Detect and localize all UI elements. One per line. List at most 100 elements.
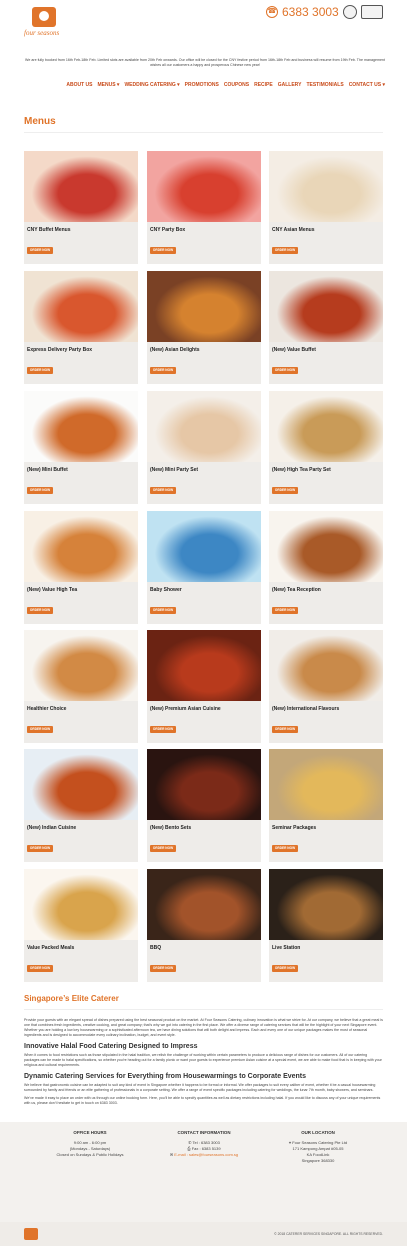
menu-title[interactable]: (New) High Tea Party Set [272,467,331,473]
nav-item[interactable]: COUPONS [224,82,249,88]
menu-title[interactable]: (New) Value High Tea [27,587,77,593]
order-now-button[interactable]: ORDER NOW [272,607,298,614]
order-now-button[interactable]: ORDER NOW [150,726,176,733]
menu-card[interactable]: (New) Mini Buffet ORDER NOW [24,391,138,504]
menu-card[interactable]: Healthier Choice ORDER NOW [24,630,138,743]
menu-card[interactable]: (New) Indian Cuisine ORDER NOW [24,749,138,862]
order-now-button[interactable]: ORDER NOW [272,726,298,733]
tel-text[interactable]: Tel : 6383 3003 [193,1140,220,1145]
order-now-button[interactable]: ORDER NOW [150,247,176,254]
order-now-button[interactable]: ORDER NOW [150,845,176,852]
menu-title[interactable]: (New) Tea Reception [272,587,321,593]
menu-image[interactable] [24,391,138,462]
menu-title[interactable]: CNY Party Box [150,227,185,233]
menu-title[interactable]: (New) Bento Sets [150,825,191,831]
menu-title[interactable]: Healthier Choice [27,706,66,712]
nav-item[interactable]: PROMOTIONS [185,82,219,88]
footer-logo-icon[interactable] [24,1228,38,1240]
menu-title[interactable]: (New) Mini Buffet [27,467,68,473]
email-link[interactable]: E-mail : sales@fourseasons.com.sg [174,1152,238,1157]
order-now-button[interactable]: ORDER NOW [27,965,53,972]
menu-card[interactable]: BBQ ORDER NOW [147,869,261,982]
menu-card[interactable]: Value Packed Meals ORDER NOW [24,869,138,982]
copyright: © 2018 CATERER SERVICES SINGAPORE. ALL R… [274,1232,383,1236]
menu-card[interactable]: (New) Bento Sets ORDER NOW [147,749,261,862]
menu-card[interactable]: (New) Tea Reception ORDER NOW [269,511,383,624]
menu-image[interactable] [24,869,138,940]
menu-title[interactable]: Seminar Packages [272,825,316,831]
menu-image[interactable] [24,630,138,701]
menu-image[interactable] [24,151,138,222]
menu-title[interactable]: Express Delivery Party Box [27,347,92,353]
order-now-button[interactable]: ORDER NOW [272,487,298,494]
menu-card[interactable]: (New) International Flavours ORDER NOW [269,630,383,743]
order-now-button[interactable]: ORDER NOW [150,607,176,614]
menu-image[interactable] [269,511,383,582]
menu-image[interactable] [24,271,138,342]
menu-image[interactable] [147,271,261,342]
menu-title[interactable]: (New) International Flavours [272,706,339,712]
menu-card[interactable]: Baby Shower ORDER NOW [147,511,261,624]
order-now-button[interactable]: ORDER NOW [150,965,176,972]
nav-item[interactable]: GALLERY [278,82,302,88]
menu-title[interactable]: Value Packed Meals [27,945,74,951]
order-now-button[interactable]: ORDER NOW [150,487,176,494]
menu-image[interactable] [269,151,383,222]
menu-card[interactable]: CNY Buffet Menus ORDER NOW [24,151,138,264]
order-now-button[interactable]: ORDER NOW [27,247,53,254]
menu-image[interactable] [24,511,138,582]
menu-image[interactable] [269,869,383,940]
menu-card[interactable]: (New) Premium Asian Cuisine ORDER NOW [147,630,261,743]
nav-item[interactable]: ABOUT US [66,82,92,88]
menu-card[interactable]: CNY Party Box ORDER NOW [147,151,261,264]
order-now-button[interactable]: ORDER NOW [27,726,53,733]
menu-card[interactable]: Live Station ORDER NOW [269,869,383,982]
order-now-button[interactable]: ORDER NOW [27,367,53,374]
hours-title: OFFICE HOURS [73,1130,107,1135]
nav-item[interactable]: RECIPE [254,82,273,88]
menu-image[interactable] [147,391,261,462]
menu-image[interactable] [269,391,383,462]
menu-card[interactable]: Seminar Packages ORDER NOW [269,749,383,862]
menu-image[interactable] [147,869,261,940]
menu-image[interactable] [269,630,383,701]
menu-card[interactable]: (New) Value High Tea ORDER NOW [24,511,138,624]
menu-title[interactable]: (New) Premium Asian Cuisine [150,706,221,712]
phone-number[interactable]: ☎ 6383 3003 [266,5,339,19]
menu-card[interactable]: (New) Mini Party Set ORDER NOW [147,391,261,504]
menu-card[interactable]: (New) Value Buffet ORDER NOW [269,271,383,384]
menu-image[interactable] [147,630,261,701]
menu-card[interactable]: CNY Asian Menus ORDER NOW [269,151,383,264]
menu-title[interactable]: Baby Shower [150,587,182,593]
order-now-button[interactable]: ORDER NOW [272,367,298,374]
menu-title[interactable]: CNY Asian Menus [272,227,315,233]
menu-card[interactable]: Express Delivery Party Box ORDER NOW [24,271,138,384]
nav-item[interactable]: TESTIMONIALS [306,82,343,88]
menu-card[interactable]: (New) Asian Delights ORDER NOW [147,271,261,384]
order-now-button[interactable]: ORDER NOW [27,845,53,852]
order-now-button[interactable]: ORDER NOW [272,845,298,852]
nav-item[interactable]: CONTACT US ▾ [349,82,385,88]
menu-card[interactable]: (New) High Tea Party Set ORDER NOW [269,391,383,504]
nav-item[interactable]: WEDDING CATERING ▾ [124,82,179,88]
menu-title[interactable]: (New) Asian Delights [150,347,200,353]
order-now-button[interactable]: ORDER NOW [272,247,298,254]
menu-image[interactable] [147,151,261,222]
menu-title[interactable]: BBQ [150,945,161,951]
order-now-button[interactable]: ORDER NOW [272,965,298,972]
menu-title[interactable]: CNY Buffet Menus [27,227,71,233]
menu-image[interactable] [269,271,383,342]
order-now-button[interactable]: ORDER NOW [27,487,53,494]
brand-logo[interactable]: four seasons [24,7,64,43]
menu-image[interactable] [147,749,261,820]
nav-item[interactable]: MENUS ▾ [97,82,119,88]
menu-title[interactable]: (New) Mini Party Set [150,467,198,473]
menu-title[interactable]: Live Station [272,945,300,951]
menu-title[interactable]: (New) Indian Cuisine [27,825,76,831]
order-now-button[interactable]: ORDER NOW [150,367,176,374]
menu-title[interactable]: (New) Value Buffet [272,347,316,353]
menu-image[interactable] [147,511,261,582]
menu-image[interactable] [269,749,383,820]
menu-image[interactable] [24,749,138,820]
order-now-button[interactable]: ORDER NOW [27,607,53,614]
